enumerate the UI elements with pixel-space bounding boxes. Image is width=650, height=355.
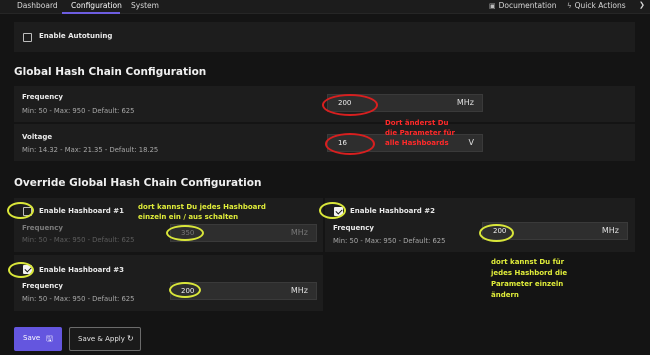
book-icon: ▣ [489, 2, 496, 10]
autotuning-label: Enable Autotuning [39, 32, 113, 40]
annotation-yellow-note-2: dort kannst Du für jedes Hashbord die Pa… [491, 258, 568, 299]
hashboard-3-frequency-input[interactable]: 200 MHz [170, 282, 317, 300]
global-voltage-meta: Min: 14.32 - Max: 21.35 - Default: 18.25 [22, 146, 159, 154]
chevron-right-icon[interactable]: ❯ [639, 1, 645, 9]
global-voltage-row: Voltage Min: 14.32 - Max: 21.35 - Defaul… [14, 124, 635, 161]
save-button[interactable]: Save 🖫 [14, 327, 62, 351]
global-frequency-input[interactable]: 200 MHz [327, 94, 483, 112]
tab-configuration[interactable]: Configuration [71, 1, 122, 10]
hashboard-1-label: Enable Hashboard #1 [39, 207, 124, 215]
hashboard-1-frequency-meta: Min: 50 - Max: 950 - Default: 625 [22, 236, 135, 244]
override-section-title: Override Global Hash Chain Configuration [14, 177, 262, 189]
tab-dashboard[interactable]: Dashboard [17, 1, 58, 10]
hashboard-2-frequency-value: 200 [493, 227, 507, 235]
save-apply-label: Save & Apply [78, 335, 125, 343]
hashboard-3-label: Enable Hashboard #3 [39, 266, 124, 274]
bolt-icon: ϟ [567, 2, 572, 10]
annotation-red-note: Dort änderst Du die Parameter für alle H… [385, 119, 455, 147]
global-frequency-value: 200 [338, 99, 352, 107]
hashboard-1-frequency-label: Frequency [22, 224, 63, 232]
hashboard-1-frequency-input[interactable]: 350 MHz [170, 224, 317, 242]
hashboard-2-panel: Enable Hashboard #2 Frequency Min: 50 - … [325, 198, 635, 252]
global-voltage-label: Voltage [22, 133, 53, 141]
annotation-yellow-note-1: dort kannst Du jedes Hashboard einzeln e… [138, 203, 266, 221]
hashboard-2-frequency-label: Frequency [333, 224, 374, 232]
global-frequency-label: Frequency [22, 93, 63, 101]
global-frequency-unit: MHz [456, 98, 474, 107]
tab-system[interactable]: System [131, 1, 159, 10]
refresh-icon: ↻ [127, 334, 134, 343]
hashboard-2-frequency-meta: Min: 50 - Max: 950 - Default: 625 [333, 237, 446, 245]
hashboard-3-panel: Enable Hashboard #3 Frequency Min: 50 - … [14, 255, 323, 311]
top-nav: Dashboard Configuration System ▣ Document… [0, 0, 650, 14]
hashboard-3-frequency-unit: MHz [290, 286, 308, 295]
quick-actions-button[interactable]: ϟ Quick Actions [567, 1, 626, 10]
save-apply-button[interactable]: Save & Apply ↻ [69, 327, 141, 351]
global-frequency-row: Frequency Min: 50 - Max: 950 - Default: … [14, 86, 635, 122]
autotuning-panel: Enable Autotuning [14, 22, 635, 52]
documentation-label: Documentation [498, 1, 557, 10]
hashboard-3-frequency-value: 200 [181, 287, 195, 295]
global-frequency-meta: Min: 50 - Max: 950 - Default: 625 [22, 107, 135, 115]
autotuning-checkbox[interactable] [23, 33, 32, 42]
hashboard-2-label: Enable Hashboard #2 [350, 207, 435, 215]
quick-actions-label: Quick Actions [574, 1, 626, 10]
global-section-title: Global Hash Chain Configuration [14, 66, 207, 78]
hashboard-2-frequency-unit: MHz [601, 226, 619, 235]
hashboard-1-frequency-value: 350 [181, 229, 195, 237]
hashboard-3-checkbox[interactable] [23, 265, 32, 274]
save-icon: 🖫 [46, 334, 53, 343]
hashboard-3-frequency-label: Frequency [22, 282, 63, 290]
save-label: Save [23, 334, 41, 342]
hashboard-2-frequency-input[interactable]: 200 MHz [482, 222, 628, 240]
global-voltage-unit: V [468, 138, 474, 147]
hashboard-1-checkbox[interactable] [23, 207, 32, 216]
hashboard-1-frequency-unit: MHz [290, 228, 308, 237]
hashboard-2-checkbox[interactable] [334, 207, 343, 216]
global-voltage-value: 16 [338, 139, 347, 147]
documentation-link[interactable]: ▣ Documentation [489, 1, 556, 10]
active-tab-indicator [62, 12, 120, 14]
hashboard-3-frequency-meta: Min: 50 - Max: 950 - Default: 625 [22, 295, 135, 303]
